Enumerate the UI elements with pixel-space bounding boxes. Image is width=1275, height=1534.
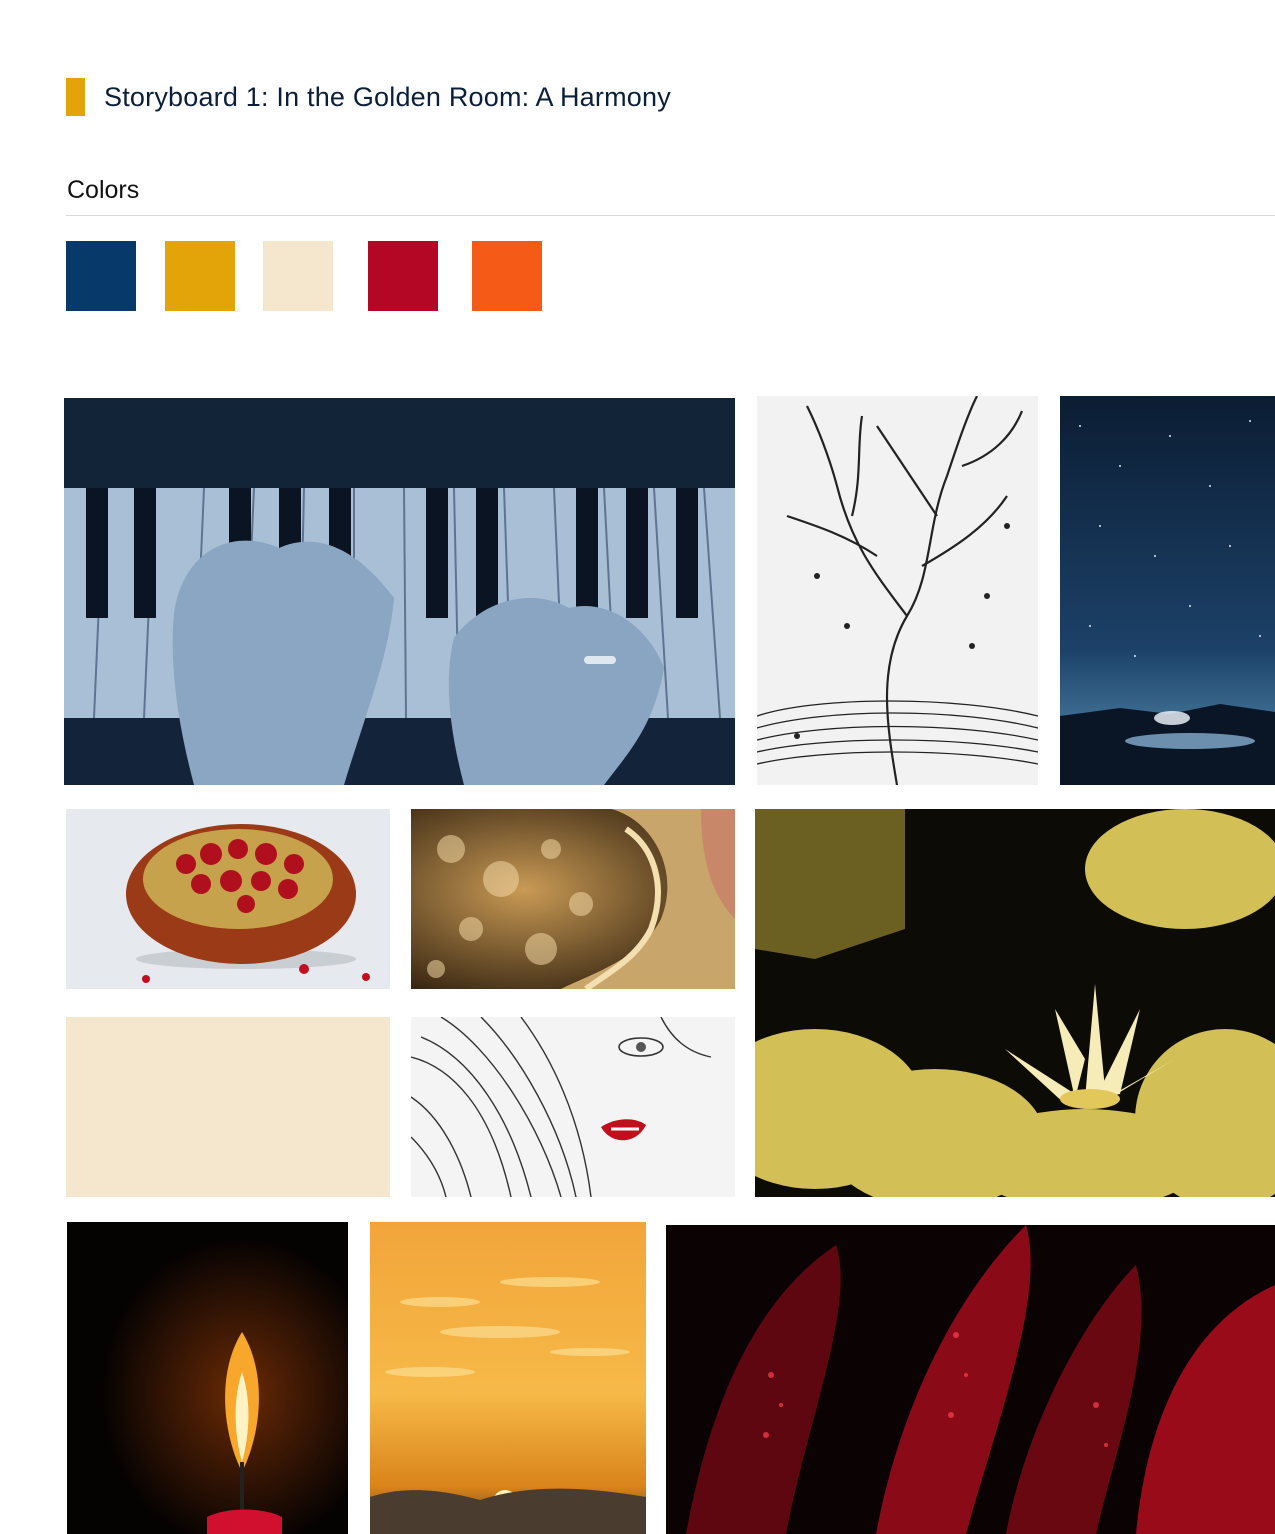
red-rose-dewdrops-image — [666, 1225, 1275, 1534]
water-lily-gold-image — [755, 809, 1275, 1197]
candle-flame-image — [67, 1222, 348, 1534]
colors-heading: Colors — [67, 176, 140, 204]
storyboard-header: Storyboard 1: In the Golden Room: A Harm… — [66, 78, 671, 116]
color-swatch — [368, 241, 438, 311]
color-swatch — [66, 241, 136, 311]
title-accent-bar — [66, 78, 85, 116]
section-divider — [66, 215, 1275, 216]
color-swatch — [263, 241, 333, 311]
color-swatch — [165, 241, 235, 311]
cream-color-block — [66, 1017, 390, 1197]
color-swatch — [472, 241, 542, 311]
storyboard-page: Storyboard 1: In the Golden Room: A Harm… — [0, 0, 1275, 1534]
piano-hands-image — [64, 398, 735, 785]
starry-night-lake-image — [1060, 396, 1275, 785]
music-tree-drawing-image — [757, 396, 1038, 785]
orange-sunset-sky-image — [370, 1222, 646, 1534]
golden-hair-bokeh-image — [411, 809, 735, 989]
pomegranate-image — [66, 809, 390, 989]
storyboard-title: Storyboard 1: In the Golden Room: A Harm… — [104, 81, 671, 112]
face-sketch-red-lips-image — [411, 1017, 735, 1197]
